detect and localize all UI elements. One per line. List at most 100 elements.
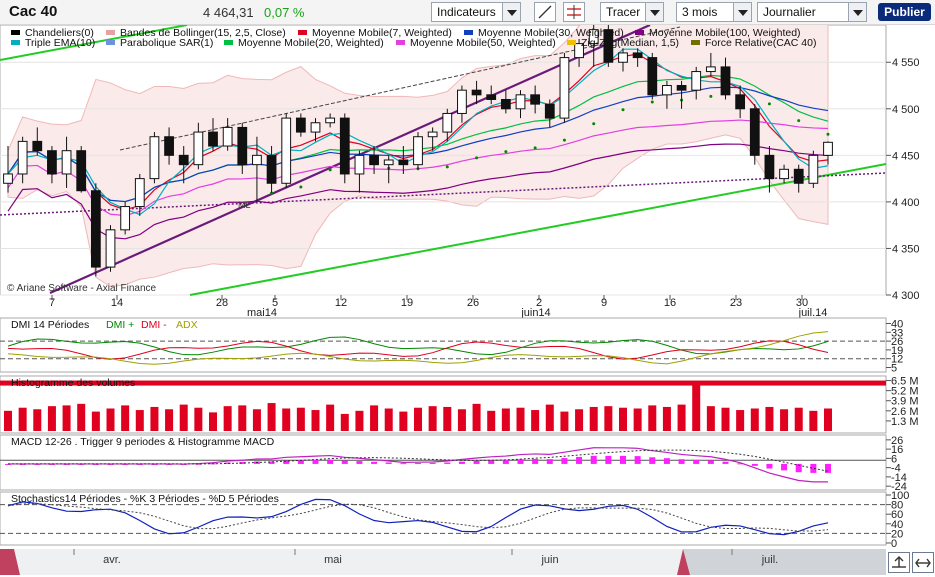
y-tick-label: 4 300 [892,290,920,302]
volume-bar [633,408,642,431]
volume-bar [560,411,569,431]
candle-body [208,131,218,147]
candle-body [691,71,702,91]
macd-histogram-bar [707,460,714,464]
candle-body [676,85,687,91]
volume-bar [223,406,232,431]
period-select[interactable]: 3 mois [676,2,752,22]
sar-dot [826,132,830,136]
candle-body [515,94,526,110]
macd-histogram-bar [312,460,319,464]
price-change: 0,07 % [264,5,305,20]
interval-value: Journalier [763,5,816,19]
macd-histogram-bar [458,461,465,464]
volume-bar [282,408,291,431]
sar-dot [328,168,332,172]
legend-mm50: Moyenne Mobile(50, Weighted) [410,37,556,49]
macd-histogram-bar [400,463,407,465]
horizontal-line-tool-button[interactable] [563,2,585,22]
volume-bar [780,409,789,431]
candle-body [427,131,438,138]
legend-tema: Triple EMA(10) [25,37,95,49]
candle-body [61,150,72,175]
candle-body [544,103,555,119]
candle-body [720,66,731,96]
legend-swatch-bollinger [106,30,115,35]
candle-body [413,136,423,166]
trendline-tool-button[interactable] [534,2,556,22]
x-tick-label: 16 [664,297,676,309]
expand-button[interactable] [912,552,934,573]
sar-dot [533,146,537,150]
volume-bar [384,408,393,431]
volume-bar [428,406,437,431]
indicators-dropdown[interactable]: Indicateurs [431,2,521,22]
candle-body [281,117,292,184]
draw-dropdown[interactable]: Tracer [600,2,664,22]
volume-bar [209,412,217,431]
volume-bar [721,407,730,431]
candle-body [3,173,13,184]
navigator-bar[interactable]: avr. mai juin juil. [0,549,935,575]
volume-bar [531,410,540,431]
sar-dot [650,100,654,104]
expand-icon [915,558,931,568]
candle-body [252,154,262,166]
resize-icon [892,556,906,568]
macd-histogram-bar [781,463,788,471]
macd-histogram-bar [620,455,626,464]
candle-body [647,57,658,96]
indicators-label: Indicateurs [437,5,496,19]
candle-body [808,154,819,184]
volume-bar [91,411,100,431]
x-tick-label: 12 [335,297,347,309]
publish-button[interactable]: Publier [878,3,931,21]
sar-dot [767,102,771,106]
candle-body [705,66,716,73]
candle-body [237,126,248,166]
volume-bar [604,406,613,431]
volume-bar [794,407,803,431]
interval-select[interactable]: Journalier [757,2,867,22]
volume-bar [765,406,774,431]
candle-body [398,159,409,166]
navigator-selection[interactable] [683,549,886,575]
dmi-minus-label: DMI - [141,319,167,331]
macd-histogram-bar [605,455,612,464]
y-tick-label: 4 350 [892,243,920,255]
volume-bar [619,407,627,431]
candle-body [383,159,394,166]
chevron-down-icon [502,3,520,21]
candle-body [793,168,804,184]
candle-body [149,136,160,180]
macd-histogram-bar [576,456,583,464]
candle-body [749,108,760,156]
candle-body [339,117,350,175]
toolbar: Cac 40 4 464,31 0,07 % Indicateurs Trace… [0,0,935,25]
sar-dot [797,119,801,123]
candle-body [32,140,43,152]
volume-bar [165,409,174,431]
chart-area[interactable]: 4 550 4 500 4 450 4 400 4 350 4 300 7 14 28 5 12 1… [0,25,935,549]
macd-histogram-bar [649,457,656,464]
y-tick-label: 4 450 [892,150,920,162]
volume-bar [326,404,335,431]
dmi-title: DMI 14 Périodes [11,319,89,331]
legend-sar: Parabolique SAR(1) [120,37,213,49]
volume-bar [443,406,452,431]
legend-swatch-zigzag [567,40,576,45]
candle-body [559,57,570,119]
candle-body [105,229,116,268]
legend-swatch-mm20 [224,40,233,45]
macd-histogram-bar [722,461,729,464]
volume-bar [4,410,12,431]
sar-dot [621,108,625,112]
macd-histogram-bar [502,460,509,464]
legend-swatch-mm7 [298,30,307,35]
volume-bar [47,406,56,431]
nav-month-label: avr. [103,554,121,566]
chevron-down-icon [848,3,866,21]
scale-button[interactable] [888,552,910,573]
macd-histogram-bar [634,456,641,464]
candle-body [76,150,87,192]
